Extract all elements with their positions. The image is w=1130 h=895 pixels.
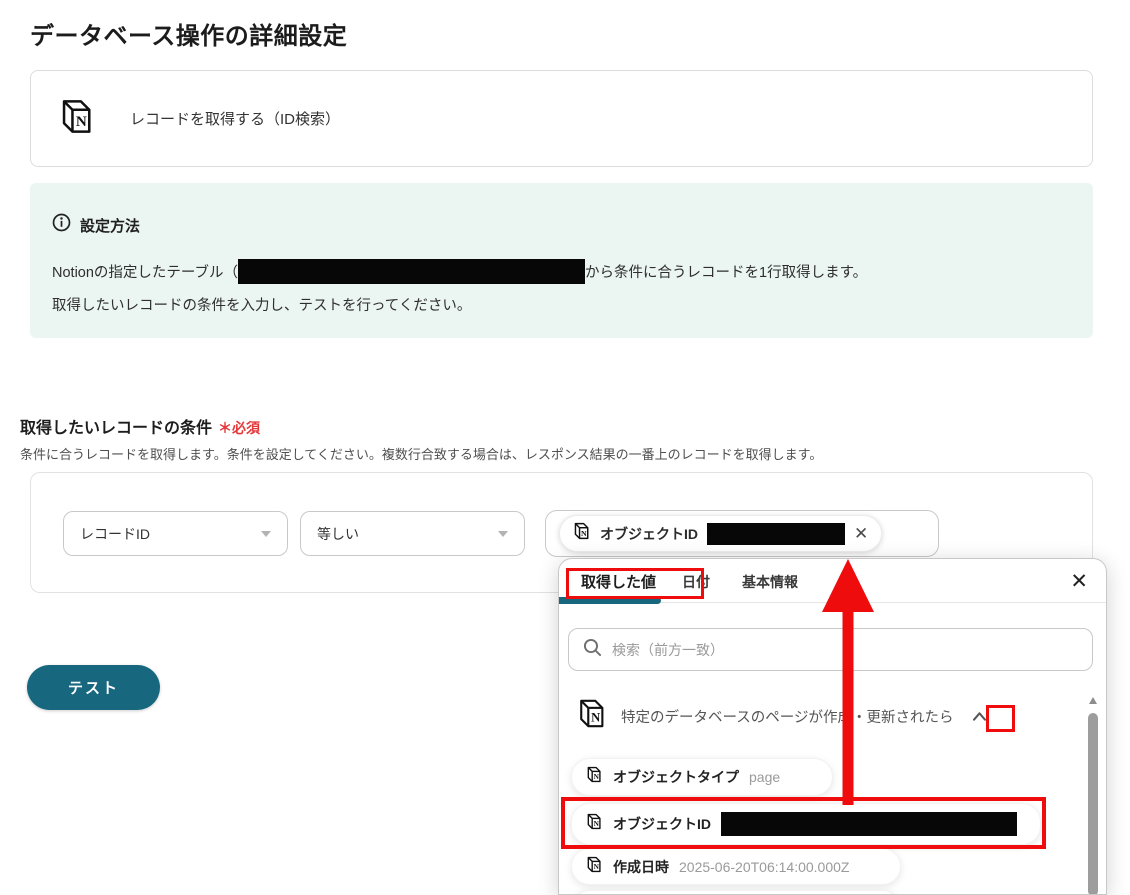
page: データベース操作の詳細設定 N レコードを取得する（ID検索） 設定方法 Not… — [0, 0, 1130, 895]
operator-select[interactable]: 等しい — [300, 511, 525, 556]
remove-token-icon[interactable]: ✕ — [854, 525, 868, 542]
required-badge: ＊必須 — [218, 420, 261, 436]
list-item-label: オブジェクトタイプ — [613, 769, 739, 785]
redacted-object-id-bar — [721, 812, 1017, 836]
notion-icon: N — [586, 813, 603, 835]
scroll-up-icon[interactable] — [1089, 697, 1097, 704]
value-token-chip[interactable]: N オブジェクトID ✕ — [559, 515, 883, 552]
notion-icon: N — [59, 98, 96, 140]
tab-date[interactable]: 日付 — [682, 572, 710, 592]
list-item-created-time[interactable]: N 作成日時 2025-06-20T06:14:00.000Z — [571, 848, 901, 885]
svg-text:N: N — [591, 711, 600, 725]
action-card-label: レコードを取得する（ID検索） — [130, 111, 341, 128]
info-box-body: Notionの指定したテーブル（ から条件に合うレコードを1行取得します。 取得し… — [52, 257, 1071, 323]
chevron-down-icon — [261, 530, 271, 537]
active-tab-underline — [559, 597, 661, 604]
list-item-label: オブジェクトID — [613, 816, 711, 832]
list-item-object-type[interactable]: N オブジェクトタイプ page — [571, 758, 833, 796]
svg-text:N: N — [594, 819, 600, 828]
record-field-select[interactable]: レコードID — [63, 511, 288, 556]
notion-icon: N — [586, 766, 603, 788]
info-box: 設定方法 Notionの指定したテーブル（ から条件に合うレコードを1行取得します… — [30, 183, 1093, 338]
tab-retrieved-values[interactable]: 取得した値 — [581, 571, 656, 592]
list-item-value: page — [749, 769, 781, 785]
svg-text:N: N — [581, 529, 587, 538]
record-field-select-value: レコードID — [80, 525, 150, 542]
trigger-group-label: 特定のデータベースのページが作成・更新されたら — [621, 709, 954, 726]
list-item-partial[interactable] — [571, 890, 901, 894]
search-input[interactable] — [612, 641, 1092, 658]
list-item-object-id[interactable]: N オブジェクトID — [571, 803, 1041, 845]
notion-icon: N — [573, 522, 591, 545]
popup-tabbar: 取得した値 日付 基本情報 ✕ — [559, 559, 1106, 604]
list-item-value: 2025-06-20T06:14:00.000Z — [679, 858, 850, 875]
redacted-table-name-bar — [238, 259, 586, 284]
info-line1-before: Notionの指定したテーブル（ — [52, 265, 239, 281]
page-title: データベース操作の詳細設定 — [30, 23, 348, 50]
condition-description: 条件に合うレコードを取得します。条件を設定してください。複数行合致する場合は、レ… — [20, 447, 823, 462]
redacted-value-bar — [707, 522, 845, 545]
scrollbar-thumb[interactable] — [1088, 713, 1098, 894]
list-item-label: 作成日時 — [613, 858, 669, 875]
info-icon — [52, 213, 71, 237]
value-picker-popup: 取得した値 日付 基本情報 ✕ N — [558, 558, 1107, 895]
notion-icon: N — [586, 856, 603, 878]
info-line2: 取得したいレコードの条件を入力し、テストを行ってください。 — [52, 298, 472, 314]
chevron-up-icon[interactable] — [966, 704, 993, 729]
condition-section-title: 取得したいレコードの条件 ＊必須 — [20, 414, 260, 438]
popup-scrollbar[interactable] — [1088, 691, 1099, 894]
svg-text:N: N — [594, 862, 600, 871]
svg-text:N: N — [76, 114, 87, 130]
condition-value-field[interactable]: N オブジェクトID ✕ — [545, 510, 939, 557]
popup-search[interactable] — [568, 628, 1093, 671]
search-icon — [583, 638, 602, 662]
operator-select-value: 等しい — [317, 525, 359, 542]
action-card[interactable]: N レコードを取得する（ID検索） — [30, 70, 1093, 167]
close-icon[interactable]: ✕ — [1070, 569, 1088, 594]
condition-label: 取得したいレコードの条件 — [20, 420, 213, 437]
info-box-heading: 設定方法 — [80, 217, 141, 235]
info-line1-after: から条件に合うレコードを1行取得します。 — [585, 265, 868, 281]
chevron-down-icon — [498, 530, 508, 537]
test-button[interactable]: テスト — [27, 665, 160, 710]
trigger-group-row: N 特定のデータベースのページが作成・更新されたら — [577, 698, 993, 734]
svg-text:N: N — [594, 772, 600, 781]
notion-icon: N — [577, 698, 608, 734]
tab-basic-info[interactable]: 基本情報 — [742, 572, 798, 592]
value-token-label: オブジェクトID — [600, 525, 698, 542]
